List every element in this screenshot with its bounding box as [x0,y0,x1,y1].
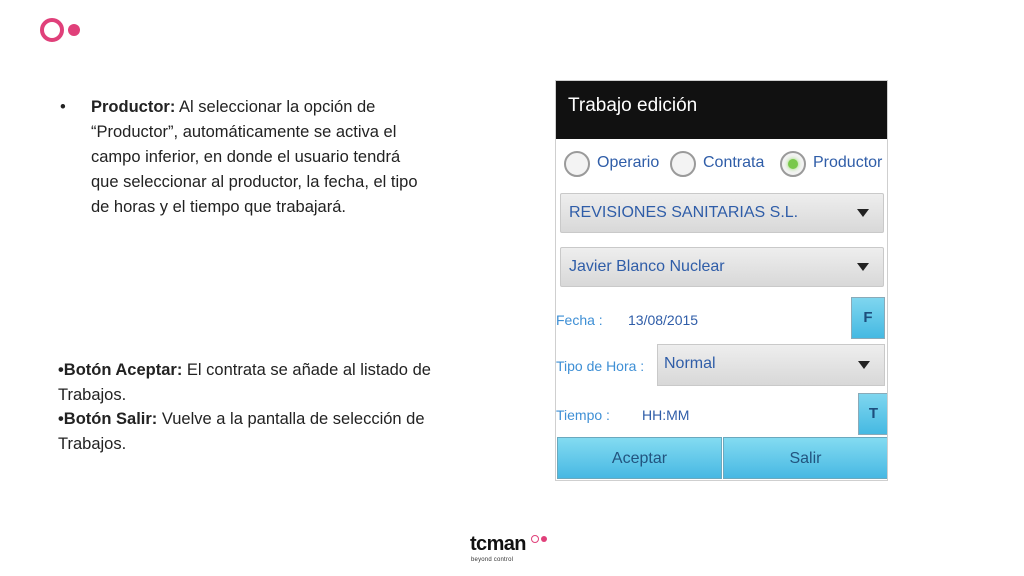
triangle-down-icon [857,263,869,271]
aceptar-button[interactable]: Aceptar [557,437,722,479]
logo-dot-icon [68,24,80,36]
aceptar-note: •Botón Aceptar: El contrata se añade al … [58,358,463,407]
tipo-hora-dropdown-value: Normal [664,355,716,372]
tipo-hora-label: Tipo de Hora : [556,358,645,374]
triangle-down-icon [858,361,870,369]
fecha-picker-button-label: F [863,309,873,326]
app-header: Trabajo edición [556,81,887,139]
productor-description: • Productor: Al seleccionar la opción de… [60,95,430,220]
radio-button-icon[interactable] [564,151,590,177]
radio-operario-label: Operario [597,154,660,171]
company-dropdown-value: REVISIONES SANITARIAS S.L. [569,204,799,221]
logo-ring-icon [40,18,64,42]
radio-button-icon[interactable] [670,151,696,177]
bullet-icon: • [60,98,66,116]
salir-note: •Botón Salir: Vuelve a la pantalla de se… [58,407,463,456]
salir-heading: •Botón Salir: [58,410,158,428]
aceptar-heading: •Botón Aceptar: [58,361,183,379]
brand-name: tcman [470,533,527,555]
radio-button-icon[interactable] [780,151,806,177]
brand-logo: tcman beyond control [470,533,550,567]
tipo-hora-dropdown[interactable]: Normal [657,344,885,386]
brand-ring-icon [531,535,539,543]
producer-dropdown-value: Javier Blanco Nuclear [569,258,725,275]
mobile-screen: Trabajo edición Operario Contrata Produc… [555,80,888,481]
company-dropdown[interactable]: REVISIONES SANITARIAS S.L. [560,193,884,233]
brand-mark-icon [531,535,549,545]
fecha-label: Fecha : [556,312,603,328]
radio-contrata-label: Contrata [703,154,765,171]
triangle-down-icon [857,209,869,217]
brand-dot-icon [541,536,547,542]
fecha-value: 13/08/2015 [628,312,699,328]
fecha-picker-button[interactable]: F [851,297,885,339]
aceptar-button-label: Aceptar [611,450,668,467]
tiempo-picker-button-label: T [868,405,879,422]
tiempo-picker-button[interactable]: T [858,393,887,435]
tiempo-value: HH:MM [642,407,690,423]
productor-paragraph: Productor: Al seleccionar la opción de “… [91,95,430,220]
producer-dropdown[interactable]: Javier Blanco Nuclear [560,247,884,287]
button-notes: •Botón Aceptar: El contrata se añade al … [58,358,463,456]
salir-button[interactable]: Salir [723,437,887,479]
salir-button-label: Salir [789,450,822,467]
screen-title: Trabajo edición [568,95,698,116]
productor-heading: Productor: [91,98,176,116]
work-type-radio-group: Operario Contrata Productor [564,149,887,181]
radio-productor-label: Productor [813,154,883,171]
company-logo [40,18,84,44]
tiempo-label: Tiempo : [556,407,610,423]
brand-tagline: beyond control [471,557,514,563]
